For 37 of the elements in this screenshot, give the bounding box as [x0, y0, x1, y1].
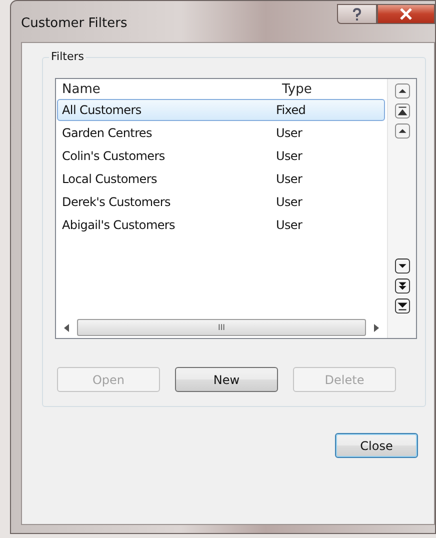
action-button[interactable]: New: [175, 367, 278, 392]
move-up-icon[interactable]: [394, 123, 410, 139]
window-title: Customer Filters: [21, 16, 128, 31]
filter-type: User: [276, 149, 304, 163]
help-button[interactable]: [337, 4, 377, 24]
list-row[interactable]: Colin's Customers User: [57, 145, 385, 167]
move-down-icon[interactable]: [394, 278, 410, 294]
scrollbar-thumb[interactable]: III: [77, 319, 366, 336]
move-top-icon[interactable]: [394, 103, 410, 119]
list-row[interactable]: Garden Centres User: [57, 122, 385, 144]
list-row[interactable]: Abigail's Customers User: [57, 214, 385, 236]
move-up-icon[interactable]: [394, 83, 410, 99]
group-title: Filters: [49, 50, 86, 63]
move-bottom-icon[interactable]: [394, 298, 410, 314]
filter-type: User: [276, 172, 304, 186]
close-dialog-button[interactable]: Close: [335, 433, 418, 458]
filter-name: Local Customers: [61, 172, 158, 186]
column-header[interactable]: Name: [56, 82, 282, 96]
move-down-icon[interactable]: [394, 258, 410, 274]
filter-type: Fixed: [276, 103, 307, 117]
close-button[interactable]: [377, 4, 435, 24]
filter-name: Abigail's Customers: [61, 218, 176, 232]
list-row[interactable]: Derek's Customers User: [57, 191, 385, 213]
column-header[interactable]: Type: [282, 82, 387, 96]
close-icon: [399, 8, 413, 20]
list-row[interactable]: All Customers Fixed: [57, 99, 385, 121]
filter-type: User: [276, 218, 304, 232]
filter-type: User: [276, 126, 304, 140]
filter-name: Derek's Customers: [61, 195, 172, 209]
scroll-left-icon[interactable]: [64, 324, 69, 332]
filter-name: All Customers: [61, 103, 142, 117]
filter-name: Colin's Customers: [61, 149, 166, 163]
list-row[interactable]: Local Customers User: [57, 168, 385, 190]
filter-name: Garden Centres: [61, 126, 153, 140]
help-icon: [352, 8, 362, 20]
filter-type: User: [276, 195, 304, 209]
scroll-right-icon[interactable]: [374, 324, 379, 332]
